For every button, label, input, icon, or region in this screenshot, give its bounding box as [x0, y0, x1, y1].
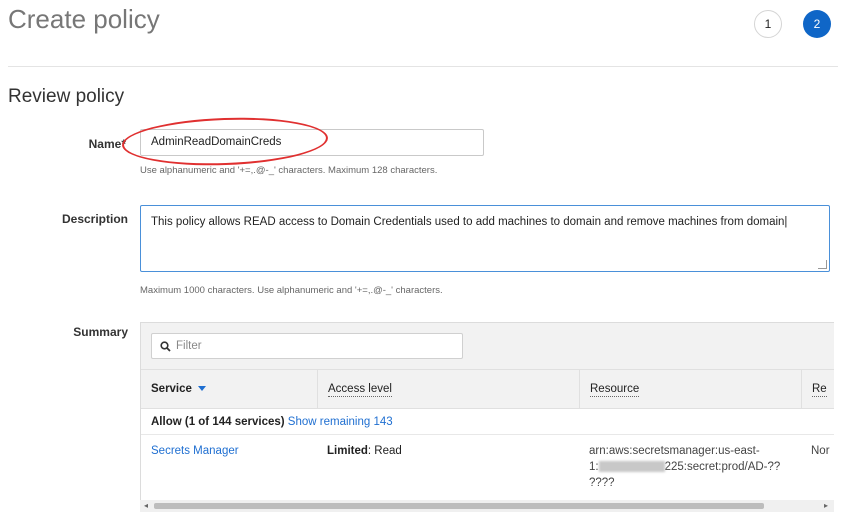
- scroll-right-icon[interactable]: ▸: [824, 500, 828, 512]
- scroll-left-icon[interactable]: ◂: [144, 500, 148, 512]
- resize-grip-icon[interactable]: [818, 260, 827, 269]
- allow-text: Allow (1 of 144 services): [151, 416, 285, 428]
- description-label: Description: [61, 212, 128, 226]
- table-header: Service Access level Resource Re: [141, 369, 834, 409]
- row-access-level: Limited: Read: [327, 443, 402, 459]
- row-service-link[interactable]: Secrets Manager: [151, 443, 239, 459]
- filter-input[interactable]: Filter: [151, 333, 463, 359]
- name-label: Name*: [88, 137, 126, 151]
- summary-table: Filter Service Access level Resource Re …: [140, 322, 834, 512]
- column-request-label: Re: [812, 383, 827, 397]
- filter-placeholder: Filter: [176, 340, 202, 352]
- step-2-indicator[interactable]: 2: [803, 10, 831, 38]
- column-request[interactable]: Re: [801, 370, 834, 408]
- description-text: This policy allows READ access to Domain…: [151, 216, 788, 228]
- column-resource-label: Resource: [590, 383, 640, 397]
- show-remaining-link[interactable]: Show remaining 143: [288, 416, 393, 428]
- row-resource: arn:aws:secretsmanager:us-east- 1: 225:se…: [589, 443, 799, 491]
- column-service[interactable]: Service: [141, 370, 317, 408]
- column-resource[interactable]: Resource: [579, 370, 801, 408]
- access-bold: Limited: [327, 445, 368, 457]
- section-title: Review policy: [8, 86, 125, 107]
- redacted-account-id: [598, 461, 665, 473]
- summary-label: Summary: [73, 325, 128, 339]
- resource-line-1: arn:aws:secretsmanager:us-east-: [589, 445, 760, 457]
- horizontal-scrollbar[interactable]: ◂ ▸: [140, 500, 834, 512]
- description-hint: Maximum 1000 characters. Use alphanumeri…: [140, 285, 443, 296]
- allow-row: Allow (1 of 144 services) Show remaining…: [141, 409, 834, 435]
- description-textarea[interactable]: This policy allows READ access to Domain…: [140, 205, 830, 272]
- resource-line-2: 1: 225:secret:prod/AD-??: [589, 461, 781, 473]
- sort-caret-icon[interactable]: [197, 386, 206, 392]
- access-rest: : Read: [367, 445, 402, 457]
- column-access-level[interactable]: Access level: [317, 370, 579, 408]
- column-access-label: Access level: [328, 383, 392, 397]
- column-service-label: Service: [151, 383, 192, 395]
- page-title: Create policy: [8, 4, 160, 34]
- filter-band: Filter: [141, 323, 834, 369]
- scrollbar-thumb[interactable]: [154, 503, 764, 509]
- name-hint: Use alphanumeric and '+=,.@-_' character…: [140, 165, 438, 176]
- step-1-indicator[interactable]: 1: [754, 10, 782, 38]
- resource-line-3: ????: [589, 477, 615, 489]
- name-input[interactable]: AdminReadDomainCreds: [140, 129, 484, 156]
- header-divider: [8, 66, 838, 67]
- search-icon: [160, 340, 171, 352]
- row-request: Nor: [811, 445, 830, 457]
